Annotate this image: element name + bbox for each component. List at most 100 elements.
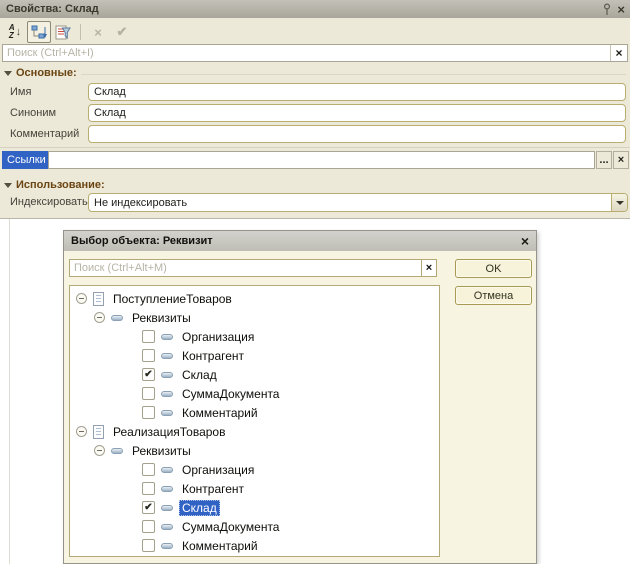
tree-item-label[interactable]: Реквизиты xyxy=(129,310,194,326)
collapse-triangle-icon[interactable] xyxy=(4,71,12,76)
properties-title: Свойства: Склад xyxy=(6,3,99,15)
tree-row[interactable]: Реквизиты xyxy=(70,308,439,327)
apply-check-icon: ✔ xyxy=(117,24,128,40)
collapse-node-icon[interactable] xyxy=(76,293,87,304)
tree-item-label[interactable]: СуммаДокумента xyxy=(179,386,282,402)
checkbox-unchecked[interactable] xyxy=(142,482,155,495)
section-main-label: Основные: xyxy=(16,67,77,79)
index-combobox-value: Не индексировать xyxy=(89,197,611,209)
pin-icon[interactable] xyxy=(603,3,611,16)
collapse-node-icon[interactable] xyxy=(94,312,105,323)
object-tree[interactable]: ПоступлениеТоваров Реквизиты Организация Ко… xyxy=(69,285,440,557)
sort-arrow-icon: ↓ xyxy=(16,27,22,38)
tree-item-label[interactable]: Организация xyxy=(179,462,257,478)
group-by-categories-button[interactable] xyxy=(27,21,51,43)
cancel-button[interactable]: Отмена xyxy=(455,286,532,305)
properties-titlebar[interactable]: Свойства: Склад × xyxy=(0,0,630,18)
delete-icon: × xyxy=(94,25,102,40)
checkbox-unchecked[interactable] xyxy=(142,463,155,476)
tree-row[interactable]: ✔ Склад xyxy=(70,498,439,517)
attribute-icon xyxy=(111,315,123,321)
checkbox-unchecked[interactable] xyxy=(142,387,155,400)
links-clear-button[interactable]: × xyxy=(613,151,629,169)
checkbox-unchecked[interactable] xyxy=(142,520,155,533)
section-usage-header[interactable]: Использование: xyxy=(4,178,626,192)
filter-icon xyxy=(55,25,71,40)
tree-row[interactable]: Организация xyxy=(70,327,439,346)
properties-search-input[interactable] xyxy=(3,45,610,61)
dialog-search-clear-icon[interactable]: × xyxy=(421,260,436,276)
tree-row[interactable]: РеализацияТоваров xyxy=(70,422,439,441)
checkbox-unchecked[interactable] xyxy=(142,539,155,552)
categories-tree-icon xyxy=(31,25,48,40)
tree-item-label[interactable]: Контрагент xyxy=(179,481,247,497)
attribute-icon xyxy=(161,524,173,530)
synonym-field[interactable] xyxy=(88,104,626,122)
attribute-icon xyxy=(161,543,173,549)
tree-item-label[interactable]: Склад xyxy=(179,500,220,516)
links-chip[interactable]: Ссылки xyxy=(2,151,51,169)
links-field[interactable] xyxy=(48,151,595,169)
dialog-titlebar[interactable]: Выбор объекта: Реквизит × xyxy=(64,231,536,251)
checkbox-checked[interactable]: ✔ xyxy=(142,501,155,514)
filter-button[interactable] xyxy=(51,21,75,43)
tree-item-label[interactable]: РеализацияТоваров xyxy=(110,424,228,440)
delete-button[interactable]: × xyxy=(86,21,110,43)
tree-row[interactable]: Контрагент xyxy=(70,479,439,498)
collapse-triangle-icon[interactable] xyxy=(4,183,12,188)
dialog-title: Выбор объекта: Реквизит xyxy=(71,235,213,247)
configurator-screen: Свойства: Склад × A Z ↓ xyxy=(0,0,630,564)
checkbox-unchecked[interactable] xyxy=(142,349,155,362)
close-icon[interactable]: × xyxy=(617,3,625,16)
document-icon xyxy=(93,292,104,306)
tree-item-label[interactable]: Контрагент xyxy=(179,348,247,364)
attribute-icon xyxy=(161,410,173,416)
checkbox-unchecked[interactable] xyxy=(142,406,155,419)
tree-row[interactable]: Организация xyxy=(70,460,439,479)
tree-item-label[interactable]: Комментарий xyxy=(179,538,261,554)
tree-row[interactable]: СуммаДокумента xyxy=(70,384,439,403)
checkbox-unchecked[interactable] xyxy=(142,330,155,343)
search-clear-icon[interactable]: × xyxy=(610,45,627,61)
tree-item-label[interactable]: Комментарий xyxy=(179,405,261,421)
collapse-node-icon[interactable] xyxy=(76,426,87,437)
properties-toolbar: A Z ↓ xyxy=(3,21,134,43)
ok-button[interactable]: OK xyxy=(455,259,532,278)
links-more-button[interactable]: ... xyxy=(596,151,612,169)
synonym-label: Синоним xyxy=(10,107,56,119)
combobox-dropdown-button[interactable] xyxy=(611,194,627,211)
comment-field[interactable] xyxy=(88,125,626,143)
sort-letter-z: Z xyxy=(9,32,15,40)
apply-button[interactable]: ✔ xyxy=(110,21,134,43)
tree-item-label[interactable]: СуммаДокумента xyxy=(179,519,282,535)
dialog-search-input[interactable] xyxy=(70,260,421,276)
properties-panel: Свойства: Склад × A Z ↓ xyxy=(0,0,630,219)
tree-row[interactable]: Комментарий xyxy=(70,536,439,555)
attribute-icon xyxy=(161,391,173,397)
attribute-icon xyxy=(111,448,123,454)
tree-row[interactable]: СуммаДокумента xyxy=(70,517,439,536)
name-field[interactable] xyxy=(88,83,626,101)
tree-row[interactable]: Комментарий xyxy=(70,403,439,422)
tree-row[interactable]: Реквизиты xyxy=(70,441,439,460)
tree-item-label[interactable]: ПоступлениеТоваров xyxy=(110,291,235,307)
row-divider xyxy=(0,147,630,148)
comment-label: Комментарий xyxy=(10,128,79,140)
attribute-icon xyxy=(161,467,173,473)
section-main-header[interactable]: Основные: xyxy=(4,66,626,80)
tree-item-label[interactable]: Реквизиты xyxy=(129,443,194,459)
section-usage-label: Использование: xyxy=(16,179,105,191)
workspace-edge xyxy=(9,219,10,564)
checkbox-checked[interactable]: ✔ xyxy=(142,368,155,381)
properties-search: × xyxy=(2,44,628,62)
index-combobox[interactable]: Не индексировать xyxy=(88,193,628,212)
tree-item-label[interactable]: Склад xyxy=(179,367,220,383)
tree-item-label[interactable]: Организация xyxy=(179,329,257,345)
sort-alphabet-button[interactable]: A Z ↓ xyxy=(3,21,27,43)
attribute-icon xyxy=(161,486,173,492)
tree-row[interactable]: ПоступлениеТоваров xyxy=(70,289,439,308)
tree-row[interactable]: Контрагент xyxy=(70,346,439,365)
dialog-close-icon[interactable]: × xyxy=(521,233,529,249)
tree-row[interactable]: ✔ Склад xyxy=(70,365,439,384)
collapse-node-icon[interactable] xyxy=(94,445,105,456)
